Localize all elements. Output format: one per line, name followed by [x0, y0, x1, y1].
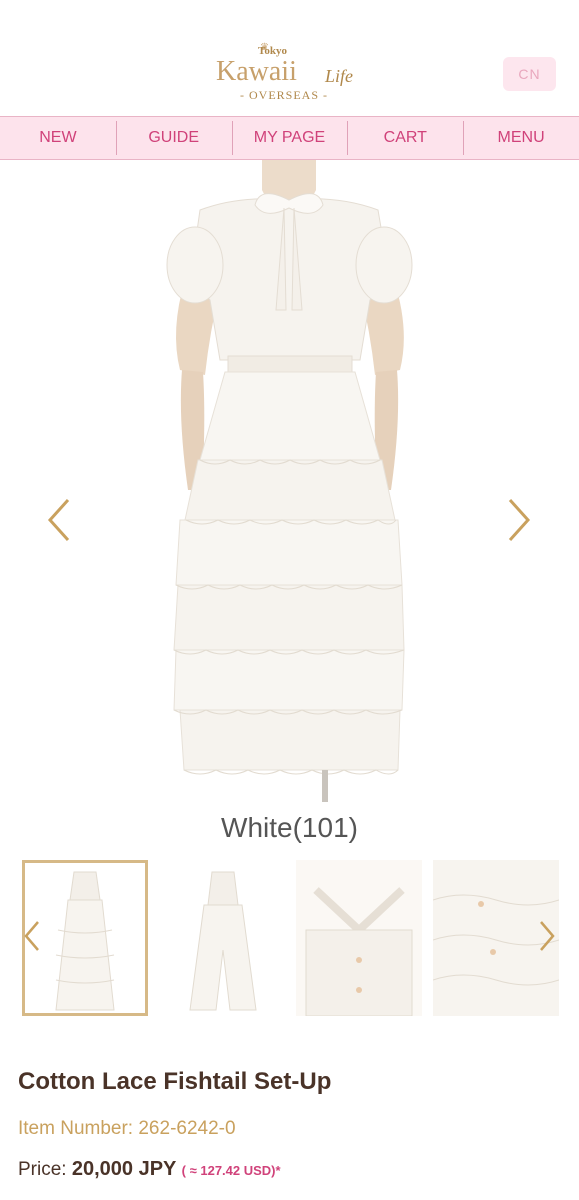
dress-back-image — [0, 160, 579, 810]
next-image-button[interactable] — [498, 492, 538, 548]
price-label: Price: — [18, 1159, 72, 1180]
prev-image-button[interactable] — [40, 492, 80, 548]
language-button[interactable]: CN — [503, 57, 556, 91]
chevron-right-icon — [508, 498, 531, 542]
nav-item-guide[interactable]: GUIDE — [115, 117, 232, 159]
nav-item-cart[interactable]: CART — [347, 117, 463, 159]
thumbnail-2[interactable] — [160, 860, 286, 1016]
thumbnail-3[interactable] — [296, 860, 422, 1017]
nav-item-new[interactable]: NEW — [0, 117, 116, 159]
thumbnail-bodice-detail-image — [296, 860, 422, 1017]
price-usd: ( ≈ 127.42 USD)* — [181, 1163, 281, 1178]
price-row: Price: 20,000 JPY ( ≈ 127.42 USD)* — [18, 1158, 281, 1181]
chevron-right-icon — [540, 921, 555, 951]
chevron-left-icon — [24, 921, 39, 951]
thumbnail-strip — [0, 860, 579, 1020]
thumbnail-dress-front-image — [160, 860, 286, 1016]
chevron-left-icon — [47, 498, 70, 542]
price-value: 20,000 JPY — [71, 1158, 177, 1180]
item-number: Item Number: 262-6242-0 — [18, 1118, 236, 1139]
selected-color-label: White(101) — [221, 812, 358, 843]
logo-life-text: Life — [325, 66, 354, 86]
product-title: Cotton Lace Fishtail Set-Up — [18, 1068, 332, 1095]
logo-overseas-text: - OVERSEAS - — [240, 88, 329, 102]
nav-item-menu[interactable]: MENU — [463, 117, 579, 159]
logo-kawaii-text: Kawaii — [216, 56, 297, 87]
nav-item-my-page[interactable]: MY PAGE — [231, 117, 348, 159]
product-main-image[interactable] — [0, 160, 579, 810]
main-nav: NEW GUIDE MY PAGE CART MENU — [0, 116, 579, 160]
site-logo[interactable]: ♛ Tokyo Kawaii Life - OVERSEAS - — [200, 42, 380, 108]
site-header: ♛ Tokyo Kawaii Life - OVERSEAS - CN — [0, 0, 579, 116]
thumbnail-prev-button[interactable] — [22, 918, 42, 954]
thumbnail-next-button[interactable] — [537, 918, 557, 954]
